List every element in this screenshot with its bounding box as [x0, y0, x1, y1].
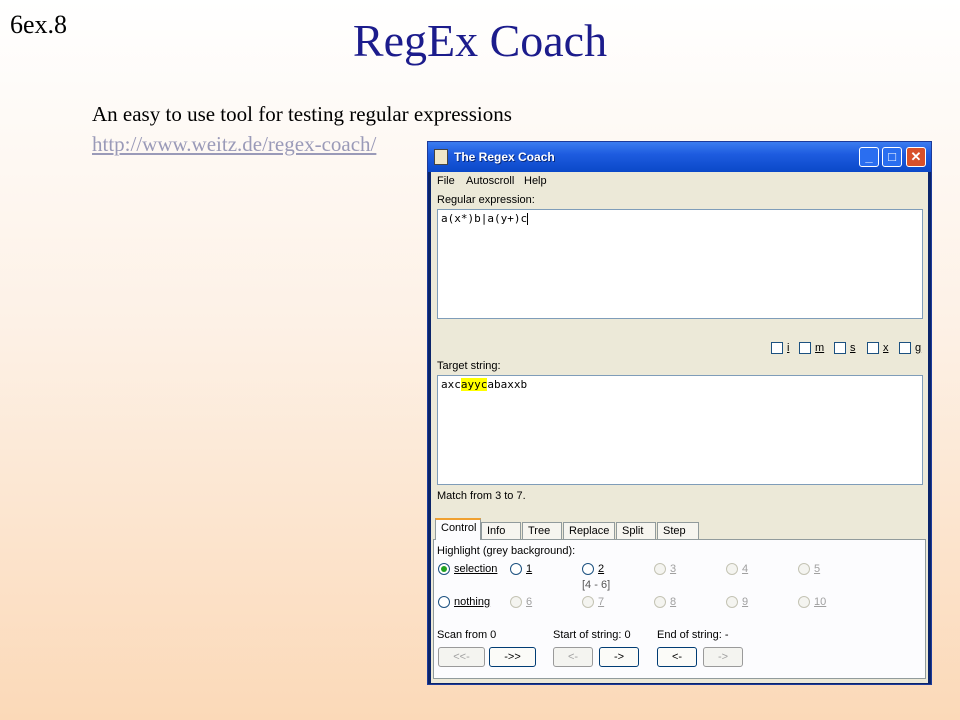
- target-input[interactable]: axcayycabaxxb: [437, 375, 923, 485]
- radio-group-6[interactable]: [510, 596, 522, 608]
- radio-nothing[interactable]: [438, 596, 450, 608]
- tab-replace[interactable]: Replace: [563, 522, 615, 540]
- maximize-button[interactable]: □: [882, 147, 902, 167]
- minimize-button[interactable]: _: [859, 147, 879, 167]
- regex-coach-window: The Regex Coach _ □ ✕ File Autoscroll He…: [427, 141, 932, 685]
- radio-group-8[interactable]: [654, 596, 666, 608]
- radio-nothing-label: nothing: [454, 596, 491, 608]
- radio-selection[interactable]: [438, 563, 450, 575]
- text-caret: [527, 213, 529, 225]
- window-titlebar[interactable]: The Regex Coach _ □ ✕: [428, 142, 931, 172]
- end-back-button[interactable]: <-: [657, 647, 697, 667]
- window-client: File Autoscroll Help Regular expression:…: [431, 172, 928, 683]
- slide-description: An easy to use tool for testing regular …: [92, 102, 512, 126]
- flag-i-label: i: [787, 342, 790, 354]
- radio-group-1[interactable]: [510, 563, 522, 575]
- end-of-string-label: End of string: -: [657, 629, 729, 641]
- flag-x-label: x: [883, 342, 889, 354]
- scan-from-label: Scan from 0: [437, 629, 497, 641]
- tab-bar: Control Info Tree Replace Split Step: [433, 518, 926, 540]
- end-forward-button[interactable]: ->: [703, 647, 743, 667]
- radio-group-4-label: 4: [742, 563, 749, 575]
- control-panel: Highlight (grey background): selection 1…: [433, 539, 926, 679]
- start-back-button[interactable]: <-: [553, 647, 593, 667]
- radio-selection-label: selection: [454, 563, 498, 575]
- radio-group-7-label: 7: [598, 596, 605, 608]
- target-before: axc: [441, 378, 461, 391]
- radio-group-9[interactable]: [726, 596, 738, 608]
- menu-file[interactable]: File: [437, 175, 455, 187]
- target-match: ayyc: [460, 378, 488, 391]
- flag-x-checkbox[interactable]: [867, 342, 879, 354]
- radio-group-2[interactable]: [582, 563, 594, 575]
- radio-group-5[interactable]: [798, 563, 810, 575]
- scan-forward-button[interactable]: ->>: [489, 647, 536, 667]
- match-status: Match from 3 to 7.: [437, 490, 526, 502]
- radio-group-5-label: 5: [814, 563, 821, 575]
- tab-tree[interactable]: Tree: [522, 522, 562, 540]
- flag-g-label: g: [915, 342, 922, 354]
- regex-label: Regular expression:: [437, 194, 535, 206]
- group-2-range: [4 - 6]: [582, 579, 611, 591]
- menu-autoscroll[interactable]: Autoscroll: [466, 175, 514, 187]
- target-label: Target string:: [437, 360, 501, 372]
- menubar: File Autoscroll Help: [431, 172, 928, 190]
- radio-group-4[interactable]: [726, 563, 738, 575]
- tab-split[interactable]: Split: [616, 522, 656, 540]
- regex-input[interactable]: a(x*)b|a(y+)c: [437, 209, 923, 319]
- target-after: abaxxb: [487, 378, 528, 391]
- radio-group-3[interactable]: [654, 563, 666, 575]
- radio-group-3-label: 3: [670, 563, 677, 575]
- start-of-string-label: Start of string: 0: [553, 629, 631, 641]
- radio-group-8-label: 8: [670, 596, 677, 608]
- highlight-label: Highlight (grey background):: [437, 545, 576, 557]
- radio-group-2-label: 2: [598, 563, 605, 575]
- regex-coach-link[interactable]: http://www.weitz.de/regex-coach/: [92, 132, 376, 157]
- radio-group-9-label: 9: [742, 596, 749, 608]
- slide-title: RegEx Coach: [352, 15, 608, 66]
- window-title: The Regex Coach: [454, 150, 555, 164]
- flag-s-checkbox[interactable]: [834, 342, 846, 354]
- tab-info[interactable]: Info: [481, 522, 521, 540]
- close-button[interactable]: ✕: [906, 147, 926, 167]
- radio-group-7[interactable]: [582, 596, 594, 608]
- tab-control[interactable]: Control: [435, 518, 481, 540]
- flag-m-checkbox[interactable]: [799, 342, 811, 354]
- start-forward-button[interactable]: ->: [599, 647, 639, 667]
- app-icon: [434, 149, 448, 165]
- radio-group-10[interactable]: [798, 596, 810, 608]
- regex-value: a(x*)b|a(y+)c: [441, 212, 528, 225]
- flag-m-label: m: [815, 342, 825, 354]
- flag-s-label: s: [850, 342, 856, 354]
- tab-step[interactable]: Step: [657, 522, 699, 540]
- flag-g-checkbox[interactable]: [899, 342, 911, 354]
- flag-i-checkbox[interactable]: [771, 342, 783, 354]
- radio-group-6-label: 6: [526, 596, 533, 608]
- scan-back-button[interactable]: <<-: [438, 647, 485, 667]
- menu-help[interactable]: Help: [524, 175, 547, 187]
- radio-group-1-label: 1: [526, 563, 533, 575]
- radio-group-10-label: 10: [814, 596, 827, 608]
